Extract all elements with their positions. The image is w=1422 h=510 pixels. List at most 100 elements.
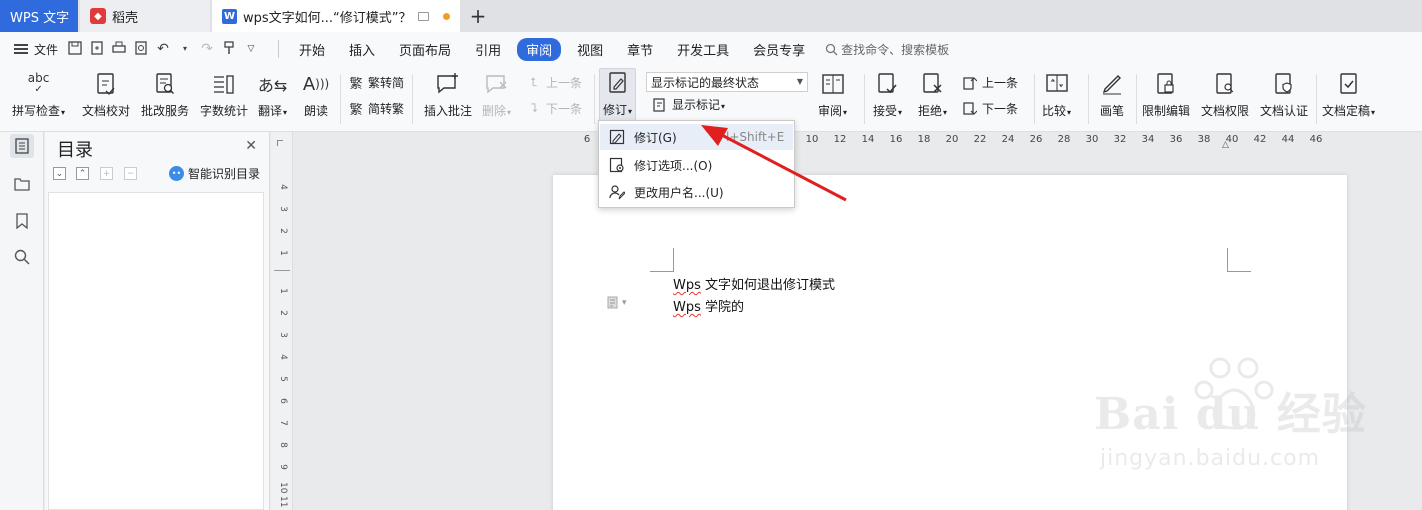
restrict-edit-button[interactable]: 限制编辑 (1142, 70, 1190, 119)
spellcheck-button[interactable]: abc ✓ 拼写检查▾ (12, 70, 65, 119)
chevron-down-icon[interactable]: ▾ (177, 41, 193, 57)
review-pane-icon (819, 70, 847, 98)
show-markup-button[interactable]: 显示标记▾ (652, 96, 725, 113)
collapse-all-icon[interactable]: ⌃ (76, 167, 89, 180)
document-check-icon (92, 70, 120, 98)
customize-toolbar-icon[interactable]: ▽ (243, 41, 259, 57)
watermark-brand: Bai du 经验 (1094, 389, 1367, 440)
ruler-tick: 20 (945, 134, 959, 145)
doc-permission-label: 文档权限 (1201, 104, 1250, 118)
next-change-button[interactable]: 下一条 (962, 100, 1018, 117)
add-heading-icon[interactable]: + (100, 167, 113, 180)
print-icon[interactable] (111, 41, 127, 57)
redo-icon[interactable]: ↷ (199, 41, 215, 57)
chapter-icon[interactable] (10, 172, 34, 196)
proofread-button[interactable]: 文档校对 (82, 70, 130, 119)
ruler-tick: 1 (278, 288, 288, 294)
insert-comment-button[interactable]: 插入批注 (424, 70, 472, 119)
menu-item-change-username[interactable]: 更改用户名...(U) (600, 179, 793, 205)
reject-button[interactable]: 拒绝▾ (918, 70, 947, 119)
file-menu-label: 文件 (34, 42, 59, 57)
menu-home[interactable]: 开始 (287, 40, 337, 59)
ribbon-divider (594, 74, 595, 124)
unsaved-dot-icon (443, 12, 450, 20)
new-tab-button[interactable]: + (460, 0, 496, 32)
review-pane-button[interactable]: 审阅▾ (818, 70, 847, 119)
doc-permission-button[interactable]: 文档权限 (1201, 70, 1249, 119)
ruler-tick: 4 (278, 354, 288, 360)
delete-comment-button[interactable]: 删除▾ (482, 70, 511, 119)
simp-to-trad-button[interactable]: 繁 简转繁 (348, 100, 404, 118)
proofread-label: 文档校对 (82, 104, 131, 118)
remove-heading-icon[interactable]: − (124, 167, 137, 180)
correction-service-button[interactable]: 批改服务 (141, 70, 189, 119)
menu-view[interactable]: 视图 (565, 40, 615, 59)
ruler-tick: 30 (1085, 134, 1099, 145)
insert-comment-label: 插入批注 (424, 104, 473, 118)
ruler-corner (277, 140, 283, 146)
word-count-label: 字数统计 (200, 104, 249, 118)
doc-cert-button[interactable]: 文档认证 (1260, 70, 1308, 119)
ruler-tick: 2 (278, 228, 288, 234)
lock-document-icon (1152, 70, 1180, 98)
markup-state-select[interactable]: 显示标记的最终状态 ▼ (646, 72, 808, 92)
translate-button[interactable]: あ⇆ 翻译▾ (258, 70, 287, 119)
ruler-tick: 8 (278, 442, 288, 448)
menu-member[interactable]: 会员专享 (741, 40, 817, 59)
menu-item-track-changes[interactable]: 修订(G) l+Shift+E (600, 124, 793, 150)
prev-change-button[interactable]: 上一条 (962, 74, 1018, 91)
accept-label: 接受 (873, 104, 898, 118)
shield-icon (1270, 70, 1298, 98)
markup-state-value: 显示标记的最终状态 (651, 75, 760, 90)
ruler-tick: 26 (1029, 134, 1043, 145)
tab-wps-home[interactable]: WPS 文字 (0, 0, 78, 32)
ribbon-divider (864, 74, 865, 124)
toc-panel-icon[interactable] (10, 134, 34, 158)
menu-item-revise-options[interactable]: 修订选项...(O) (600, 152, 793, 178)
menu-item-change-username-label: 更改用户名...(U) (634, 185, 724, 200)
toc-list[interactable] (48, 192, 264, 510)
next-comment-button[interactable]: ⮧ 下一条 (526, 100, 582, 117)
simp-to-trad-icon: 繁 (349, 103, 363, 118)
menu-insert[interactable]: 插入 (337, 40, 387, 59)
undo-icon[interactable]: ↶ (155, 41, 171, 57)
pen-icon (1098, 70, 1126, 98)
tab-docer[interactable]: ◆ 稻壳 (80, 0, 210, 32)
save-icon[interactable] (67, 41, 83, 57)
smart-toc-button[interactable]: •• 智能识别目录 (169, 165, 260, 182)
command-search[interactable]: 查找命令、搜索模板 (825, 41, 949, 58)
paragraph-layout-icon[interactable]: ▾ (607, 296, 627, 309)
prev-comment-button[interactable]: ⮤ 上一条 (526, 74, 582, 91)
menu-page-layout[interactable]: 页面布局 (387, 40, 463, 59)
menu-developer[interactable]: 开发工具 (665, 40, 741, 59)
finalize-button[interactable]: 文档定稿▾ (1322, 70, 1375, 119)
baidu-watermark: Bai du 经验 jingyan.baidu.com (1080, 350, 1400, 500)
monitor-icon[interactable] (418, 11, 429, 21)
export-pdf-icon[interactable] (89, 41, 105, 57)
close-icon[interactable]: ✕ (245, 138, 257, 154)
expand-all-icon[interactable]: ⌄ (53, 167, 66, 180)
track-changes-button[interactable]: 修订▾ (599, 68, 637, 126)
word-count-button[interactable]: 字数统计 (200, 70, 248, 119)
tab-document[interactable]: W wps文字如何...“修订模式”？ (212, 0, 460, 32)
bookmark-icon[interactable] (10, 209, 34, 233)
pen-button[interactable]: 画笔 (1098, 70, 1126, 119)
document-line-2[interactable]: Wps 学院的 (673, 296, 744, 315)
accept-button[interactable]: 接受▾ (873, 70, 902, 119)
next-comment-label: 下一条 (546, 102, 583, 116)
print-preview-icon[interactable] (133, 41, 149, 57)
menu-review[interactable]: 审阅 (517, 37, 562, 61)
quick-access-toolbar: ↶ ▾ ↷ ▽ (64, 41, 262, 57)
file-menu[interactable]: 文件 (0, 41, 64, 58)
compare-button[interactable]: 比较▾ (1042, 70, 1071, 119)
trad-to-simp-button[interactable]: 繁 繁转简 (348, 74, 404, 92)
search-icon[interactable] (10, 245, 34, 269)
read-aloud-button[interactable]: A))) 朗读 (302, 70, 330, 119)
next-change-icon (962, 101, 978, 117)
format-painter-icon[interactable] (221, 41, 237, 57)
document-line-1[interactable]: Wps 文字如何退出修订模式 (673, 274, 835, 293)
comment-add-icon (434, 70, 462, 98)
menu-section[interactable]: 章节 (615, 40, 665, 59)
read-aloud-icon: A))) (302, 73, 330, 95)
menu-references[interactable]: 引用 (463, 40, 513, 59)
